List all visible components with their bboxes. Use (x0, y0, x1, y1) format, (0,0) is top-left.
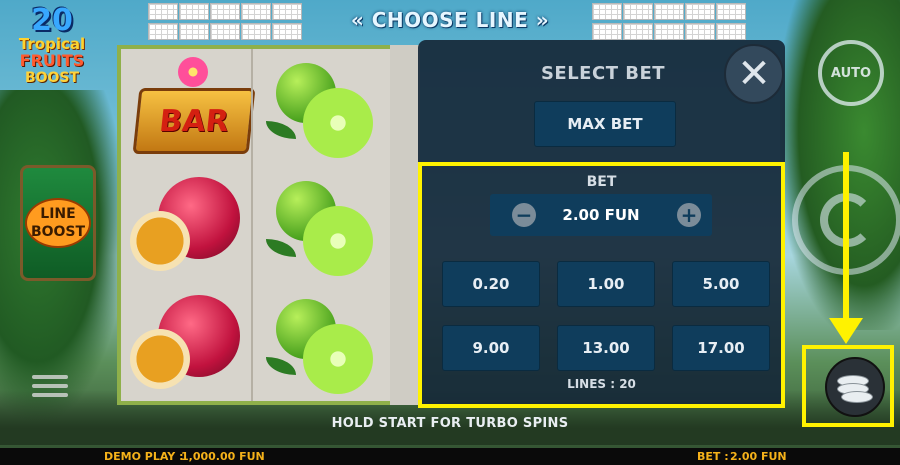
payline-pattern (241, 23, 271, 40)
reel-divider (251, 49, 253, 401)
bet-status-value: 2.00 FUN (730, 450, 787, 463)
arrow-down-icon (843, 152, 849, 322)
payline-pattern (592, 3, 622, 20)
plus-icon[interactable]: + (677, 203, 701, 227)
bet-option-button[interactable]: 0.20 (442, 261, 540, 307)
lime-slice (303, 324, 373, 394)
line-boost-label: LINE BOOST (25, 198, 91, 248)
payline-pattern (623, 23, 653, 40)
bar-symbol: BAR (128, 53, 256, 163)
passion-fruit-symbol (128, 171, 248, 281)
coin (841, 391, 873, 403)
line-boost-line2: BOOST (30, 224, 86, 240)
bet-option-button[interactable]: 1.00 (557, 261, 655, 307)
bet-option-button[interactable]: 17.00 (672, 325, 770, 371)
lime-leaf (266, 239, 296, 257)
payline-patterns-right (592, 3, 746, 40)
payline-pattern (592, 23, 622, 40)
lime-slice (303, 206, 373, 276)
payline-pattern (685, 3, 715, 20)
payline-pattern (272, 23, 302, 40)
line-boost-badge[interactable]: LINE BOOST (20, 165, 96, 281)
coins-highlight-box (802, 345, 894, 427)
lime-symbol (258, 171, 378, 281)
reel-area: BAR (117, 45, 417, 405)
payline-pattern (623, 3, 653, 20)
max-bet-button[interactable]: MAX BET (534, 101, 676, 147)
reel-3-edge (390, 45, 420, 405)
hibiscus-flower (178, 57, 208, 87)
lime-leaf (266, 357, 296, 375)
auto-icon[interactable]: AUTO (818, 40, 884, 106)
payline-pattern (179, 3, 209, 20)
lime-symbol (258, 53, 378, 163)
close-icon[interactable]: ✕ (724, 44, 784, 104)
bet-option-button[interactable]: 13.00 (557, 325, 655, 371)
lime-leaf (266, 121, 296, 139)
choose-line-button[interactable]: « CHOOSE LINE » (345, 6, 555, 34)
menu-icon[interactable] (30, 370, 70, 400)
lime-slice (303, 88, 373, 158)
reel-2 (254, 49, 382, 401)
balance-value: 1,000.00 FUN (181, 450, 265, 463)
payline-pattern (716, 23, 746, 40)
bet-label: BET (586, 174, 617, 190)
payline-pattern (654, 3, 684, 20)
coins-icon[interactable] (825, 357, 885, 417)
payline-pattern (654, 23, 684, 40)
bet-stepper: − 2.00 FUN + (490, 194, 712, 236)
select-bet-panel: SELECT BET ✕ MAX BET BET − 2.00 FUN + 0.… (418, 40, 785, 408)
demo-play-label: DEMO PLAY : (104, 450, 184, 463)
status-bar: DEMO PLAY : 1,000.00 FUN BET : 2.00 FUN (0, 448, 900, 465)
game-logo: 20 Tropical FRUITS BOOST (6, 6, 98, 96)
passion-fruit-half (130, 329, 190, 389)
bet-option-button[interactable]: 5.00 (672, 261, 770, 307)
auto-label: AUTO (830, 65, 872, 81)
bet-status-label: BET : (697, 450, 729, 463)
reel-1: BAR (124, 49, 256, 401)
payline-patterns-left (148, 3, 302, 40)
payline-pattern (210, 3, 240, 20)
logo-number: 20 (31, 3, 73, 38)
logo-line3: BOOST (24, 70, 80, 86)
lime-symbol (258, 289, 378, 399)
passion-fruit-half (130, 211, 190, 271)
current-bet-value: 2.00 FUN (562, 206, 640, 224)
bar-symbol-label: BAR (132, 88, 256, 154)
bet-option-button[interactable]: 9.00 (442, 325, 540, 371)
payline-pattern (148, 3, 178, 20)
line-boost-line1: LINE (40, 206, 76, 222)
payline-pattern (210, 23, 240, 40)
passion-fruit-symbol (128, 289, 248, 399)
payline-pattern (241, 3, 271, 20)
payline-pattern (272, 3, 302, 20)
top-bar: « CHOOSE LINE » (0, 0, 900, 40)
arrow-down-head (829, 318, 863, 344)
payline-pattern (179, 23, 209, 40)
turbo-hint: HOLD START FOR TURBO SPINS (331, 416, 569, 431)
bet-highlight-box: BET − 2.00 FUN + 0.20 1.00 5.00 9.00 13.… (418, 162, 785, 408)
payline-pattern (716, 3, 746, 20)
logo-line2: FRUITS (19, 51, 85, 70)
logo-line1: Tropical (18, 35, 86, 53)
payline-pattern (685, 23, 715, 40)
payline-pattern (148, 23, 178, 40)
lines-count: LINES : 20 (567, 377, 636, 391)
